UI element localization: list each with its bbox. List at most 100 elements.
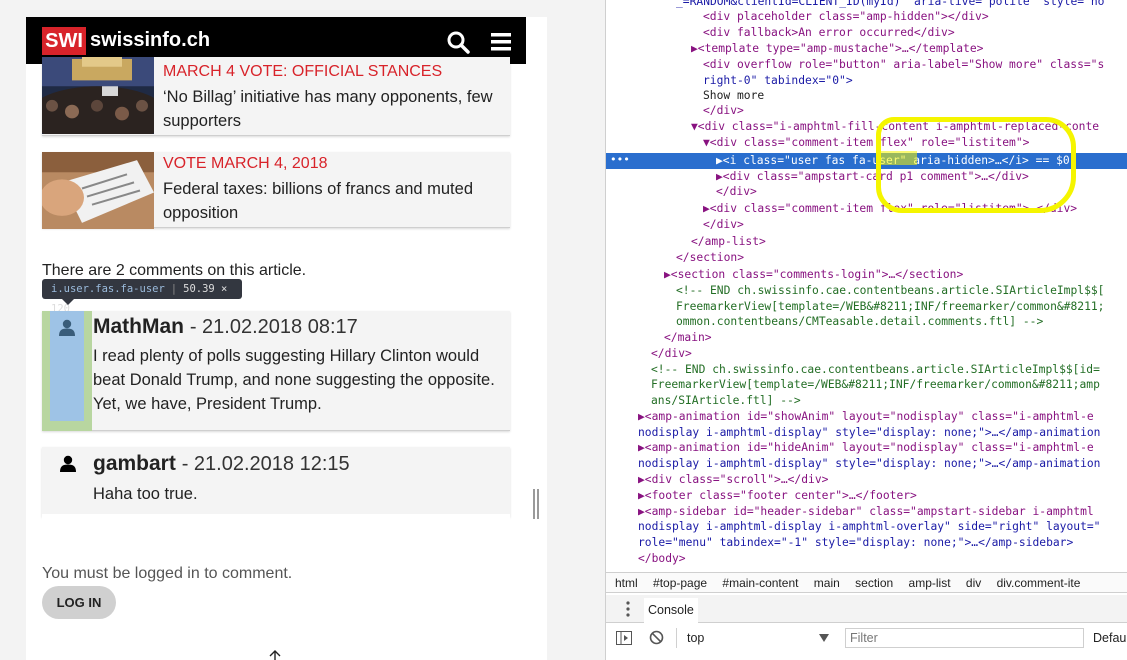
dom-node-text: ▶<template type="amp-mustache">…</templa… xyxy=(691,42,984,55)
dom-node-line[interactable]: <div overflow role="button" aria-label="… xyxy=(703,57,1127,73)
dom-node-line: ommon.contentbeans/CMTeasable.detail.com… xyxy=(676,314,1127,330)
login-button[interactable]: LOG IN xyxy=(42,586,116,619)
breadcrumb-item[interactable]: #main-content xyxy=(722,573,798,593)
breadcrumb-item[interactable]: #top-page xyxy=(653,573,707,593)
yellow-highlighter-fill xyxy=(881,151,917,165)
clear-console-icon[interactable] xyxy=(649,630,664,645)
teaser-thumbnail-crowd xyxy=(42,57,154,134)
dom-node-text: </div> xyxy=(716,185,757,198)
user-icon xyxy=(60,455,76,472)
dom-node-line[interactable]: ▶<div class="scroll">…</div> xyxy=(638,472,1127,488)
dom-node-line[interactable]: ▶<template type="amp-mustache">…</templa… xyxy=(691,41,1127,57)
teaser-headline[interactable]: ‘No Billag’ initiative has many opponent… xyxy=(163,85,503,133)
dom-comment-text: ommon.contentbeans/CMTeasable.detail.com… xyxy=(676,315,1044,328)
list-clip-edge xyxy=(42,514,510,528)
drawer-tab-bar: Console xyxy=(606,595,1127,623)
dom-node-line[interactable]: nodisplay i-amphtml-display i-amphtml-ov… xyxy=(638,519,1127,535)
viewport-resize-handle[interactable] xyxy=(533,489,539,519)
search-icon[interactable] xyxy=(446,30,470,54)
comment-author: MathMan xyxy=(93,315,184,338)
dom-node-line: <!-- END ch.swissinfo.cae.contentbeans.a… xyxy=(651,362,1127,378)
hamburger-menu-icon[interactable] xyxy=(490,31,512,53)
comment-item: gambart - 21.02.2018 12:15 Haha too true… xyxy=(42,447,510,517)
dom-node-text: <div fallback>An error occurred</div> xyxy=(703,26,955,39)
teaser-thumbnail-receipt xyxy=(42,152,154,229)
log-levels-select[interactable]: Defau xyxy=(1093,628,1126,648)
dom-node-line[interactable]: ▶<footer class="footer center">…</footer… xyxy=(638,488,1127,504)
article-teaser[interactable]: VOTE MARCH 4, 2018 Federal taxes: billio… xyxy=(42,152,510,229)
dom-node-text: nodisplay i-amphtml-display i-amphtml-ov… xyxy=(638,520,1101,533)
dom-node-line[interactable]: <div fallback>An error occurred</div> xyxy=(703,25,1127,41)
dom-node-text: </div> xyxy=(703,218,744,231)
dom-node-text: ▶<amp-animation id="showAnim" layout="no… xyxy=(638,410,1094,423)
dom-node-line[interactable]: <div placeholder class="amp-hidden"></di… xyxy=(703,9,1127,25)
dom-node-text: </main> xyxy=(664,331,712,344)
dom-node-text: role="menu" tabindex="-1" style="display… xyxy=(638,536,1074,549)
dom-node-line[interactable]: role="menu" tabindex="-1" style="display… xyxy=(638,535,1127,551)
console-filter-input[interactable] xyxy=(845,628,1084,648)
tooltip-selector: i.user.fas.fa-user xyxy=(51,283,165,295)
kebab-menu-icon[interactable] xyxy=(620,600,636,618)
dom-node-text: </div> xyxy=(651,347,692,360)
dom-node-line[interactable]: Show more xyxy=(703,88,1127,104)
dom-node-line[interactable]: </div> xyxy=(651,346,1127,362)
teaser-kicker[interactable]: MARCH 4 VOTE: OFFICIAL STANCES xyxy=(163,63,442,81)
dom-node-line[interactable]: right-0" tabindex="0"> xyxy=(703,73,1127,89)
dom-node-text: Show more xyxy=(703,89,765,102)
dom-node-line[interactable]: </amp-list> xyxy=(691,234,1127,250)
dom-node-line[interactable]: nodisplay i-amphtml-display" style="disp… xyxy=(638,456,1127,472)
dom-node-line[interactable]: </section> xyxy=(676,250,1127,266)
dom-node-line[interactable]: ▶<section class="comments-login">…</sect… xyxy=(664,267,1127,283)
dom-node-line[interactable]: </div> xyxy=(703,217,1127,233)
devtools-panel: _=RANDOM&clientId=CLIENT_ID(myId)" aria-… xyxy=(605,0,1127,660)
dom-node-line[interactable]: </main> xyxy=(664,330,1127,346)
breadcrumb-item[interactable]: html xyxy=(615,573,638,593)
dom-node-text: nodisplay i-amphtml-display" style="disp… xyxy=(638,426,1101,439)
dom-node-text: </amp-list> xyxy=(691,235,766,248)
dom-node-line[interactable]: ▶<amp-animation id="hideAnim" layout="no… xyxy=(638,440,1127,456)
yellow-highlighter-circle xyxy=(876,117,1076,213)
dom-node-text: nodisplay i-amphtml-display" style="disp… xyxy=(638,457,1101,470)
show-console-sidebar-icon[interactable] xyxy=(616,631,632,645)
node-actions-icon[interactable]: ••• xyxy=(610,153,630,166)
dom-node-line[interactable]: ▶<amp-sidebar id="header-sidebar" class=… xyxy=(638,504,1127,520)
breadcrumb-item[interactable]: amp-list xyxy=(909,573,951,593)
comment-item: MathMan - 21.02.2018 08:17 I read plenty… xyxy=(42,311,510,431)
dom-node-line[interactable]: </body> xyxy=(638,551,1127,567)
tooltip-separator: | xyxy=(170,283,178,295)
elements-dom-tree[interactable]: _=RANDOM&clientId=CLIENT_ID(myId)" aria-… xyxy=(606,0,1127,568)
dom-node-text: </body> xyxy=(638,552,686,565)
javascript-context-select[interactable]: top xyxy=(676,628,834,648)
arrow-up-icon[interactable] xyxy=(268,650,282,660)
dom-node-text: ▶<amp-sidebar id="header-sidebar" class=… xyxy=(638,505,1094,518)
tooltip-arrow xyxy=(62,299,74,305)
dom-comment-text: FreemarkerView[template=/WEB&#8211;INF/f… xyxy=(676,300,1105,313)
dom-node-line: FreemarkerView[template=/WEB&#8211;INF/f… xyxy=(676,299,1127,315)
site-logo-mark[interactable]: SWI xyxy=(42,27,86,55)
breadcrumb-item[interactable]: section xyxy=(855,573,893,593)
dom-breadcrumbs: html #top-page #main-content main sectio… xyxy=(606,572,1127,593)
comment-author: gambart xyxy=(93,452,176,475)
dom-node-text: <div placeholder class="amp-hidden"></di… xyxy=(703,10,989,23)
site-logo-name[interactable]: swissinfo.ch xyxy=(90,29,210,52)
dom-comment-text: FreemarkerView[template=/WEB&#8211;INF/f… xyxy=(651,378,1100,391)
breadcrumb-item[interactable]: div.comment-ite xyxy=(997,573,1081,593)
article-teaser[interactable]: MARCH 4 VOTE: OFFICIAL STANCES ‘No Billa… xyxy=(42,57,510,136)
dom-node-text: ▶<amp-animation id="hideAnim" layout="no… xyxy=(638,441,1094,454)
dom-node-text: ▶<div class="scroll">…</div> xyxy=(638,473,829,486)
comment-text: I read plenty of polls suggesting Hillar… xyxy=(93,347,495,413)
element-inspector-tooltip: i.user.fas.fa-user | 50.39 × 120 xyxy=(42,279,242,315)
teaser-kicker[interactable]: VOTE MARCH 4, 2018 xyxy=(163,155,328,173)
dom-node-text: </section> xyxy=(676,251,745,264)
console-toolbar: top Defau xyxy=(606,624,1127,652)
breadcrumb-item[interactable]: main xyxy=(814,573,840,593)
dom-node-text: </div> xyxy=(703,104,744,117)
tab-console[interactable]: Console xyxy=(644,598,698,623)
comment-text: Haha too true. xyxy=(93,485,198,503)
breadcrumb-item[interactable]: div xyxy=(966,573,981,593)
user-icon xyxy=(59,319,75,336)
teaser-headline[interactable]: Federal taxes: billions of francs and mu… xyxy=(163,177,503,225)
dom-node-line[interactable]: ▶<amp-animation id="showAnim" layout="no… xyxy=(638,409,1127,425)
dom-node-line[interactable]: nodisplay i-amphtml-display" style="disp… xyxy=(638,425,1127,441)
dom-node-text: _=RANDOM&clientId=CLIENT_ID(myId)" aria-… xyxy=(676,0,1105,8)
